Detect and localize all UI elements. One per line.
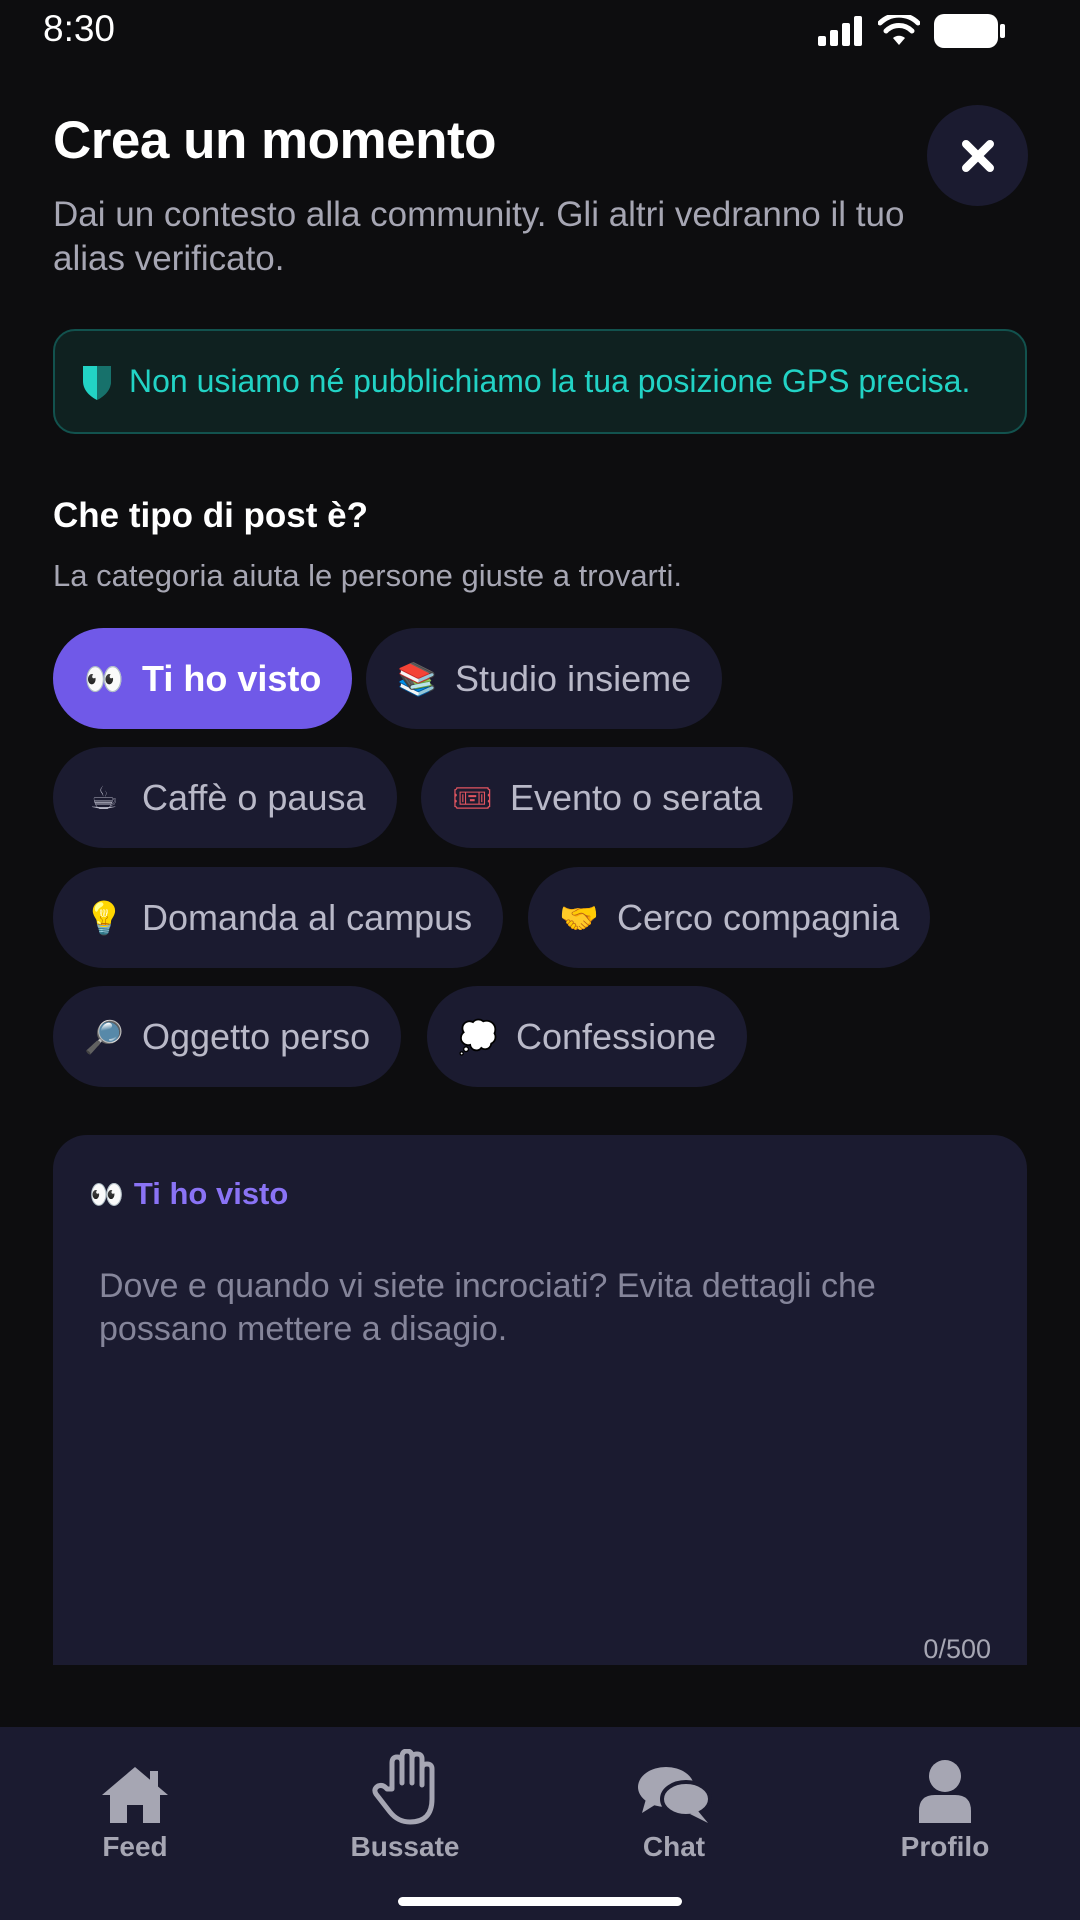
nav-label: Feed bbox=[102, 1831, 168, 1862]
selected-category-tag: 👀 Ti ho visto bbox=[89, 1176, 288, 1212]
ticket-icon: 🎟 bbox=[452, 778, 493, 817]
privacy-text: Non usiamo né pubblichiamo la tua posizi… bbox=[129, 363, 971, 399]
status-icons bbox=[818, 14, 1006, 48]
post-text-input[interactable] bbox=[99, 1265, 979, 1565]
category-chip-confessione[interactable]: 💭 Confessione bbox=[427, 986, 748, 1087]
chip-label: Confessione bbox=[516, 1015, 717, 1057]
signal-icon bbox=[818, 16, 862, 46]
category-chip-domanda-al-campus[interactable]: 💡 Domanda al campus bbox=[53, 867, 504, 968]
magnifier-icon: 🔎 bbox=[84, 1017, 124, 1056]
books-icon: 📚 bbox=[397, 659, 437, 698]
create-moment-screen: 8:30 Crea un momento Dai un contesto all… bbox=[0, 0, 1080, 1920]
nav-label: Bussate bbox=[350, 1831, 460, 1862]
status-time: 8:30 bbox=[43, 8, 116, 49]
eyes-icon: 👀 bbox=[84, 659, 124, 698]
close-icon bbox=[961, 139, 994, 172]
nav-item-chat[interactable]: Chat bbox=[574, 1747, 774, 1863]
category-subtitle: La categoria aiuta le persone giuste a t… bbox=[53, 558, 682, 593]
wifi-icon bbox=[878, 15, 920, 45]
nav-item-profilo[interactable]: Profilo bbox=[845, 1747, 1045, 1863]
user-icon bbox=[919, 1760, 971, 1823]
home-indicator[interactable] bbox=[398, 1897, 682, 1906]
nav-label: Profilo bbox=[900, 1831, 990, 1862]
selected-category-label: Ti ho visto bbox=[133, 1176, 289, 1211]
chip-label: Oggetto perso bbox=[142, 1015, 371, 1057]
nav-item-feed[interactable]: Feed bbox=[35, 1747, 235, 1863]
handshake-icon: 🤝 bbox=[559, 898, 599, 937]
thought-bubble-icon: 💭 bbox=[458, 1017, 498, 1056]
chip-label: Studio insieme bbox=[455, 657, 692, 699]
eyes-icon: 👀 bbox=[89, 1177, 124, 1211]
bottom-nav: Feed Bussate Chat Profilo bbox=[0, 1727, 1080, 1920]
chip-label: Caffè o pausa bbox=[142, 776, 366, 818]
chip-label: Cerco compagnia bbox=[617, 896, 900, 938]
coffee-icon: ☕ bbox=[89, 778, 119, 817]
chat-icon bbox=[638, 1767, 712, 1823]
status-bar: 8:30 bbox=[0, 0, 1080, 62]
character-counter: 0/500 bbox=[923, 1634, 991, 1664]
chip-label: Ti ho visto bbox=[142, 657, 322, 699]
home-icon bbox=[102, 1767, 168, 1823]
battery-icon bbox=[934, 14, 1005, 48]
shield-icon bbox=[83, 365, 111, 400]
category-title: Che tipo di post è? bbox=[53, 496, 368, 535]
chip-label: Evento o serata bbox=[510, 776, 763, 818]
category-chip-studio-insieme[interactable]: 📚 Studio insieme bbox=[366, 628, 723, 729]
post-composer: 👀 Ti ho visto 0/500 bbox=[53, 1135, 1027, 1665]
nav-item-bussate[interactable]: Bussate bbox=[305, 1747, 505, 1863]
page-subtitle: Dai un contesto alla community. Gli altr… bbox=[53, 195, 905, 278]
category-chip-evento-o-serata[interactable]: 🎟 Evento o serata bbox=[421, 747, 794, 848]
chip-label: Domanda al campus bbox=[142, 896, 473, 938]
page-title: Crea un momento bbox=[53, 111, 497, 170]
lightbulb-icon: 💡 bbox=[84, 898, 124, 937]
category-chip-ti-ho-visto[interactable]: 👀 Ti ho visto bbox=[53, 628, 353, 729]
category-chip-cerco-compagnia[interactable]: 🤝 Cerco compagnia bbox=[528, 867, 931, 968]
hand-icon bbox=[372, 1749, 435, 1825]
privacy-notice: Non usiamo né pubblichiamo la tua posizi… bbox=[53, 329, 1027, 434]
category-chip-oggetto-perso[interactable]: 🔎 Oggetto perso bbox=[53, 986, 402, 1087]
category-chip-caffe-o-pausa[interactable]: ☕ Caffè o pausa bbox=[53, 747, 397, 848]
close-button[interactable] bbox=[927, 105, 1028, 206]
nav-label: Chat bbox=[642, 1831, 706, 1862]
